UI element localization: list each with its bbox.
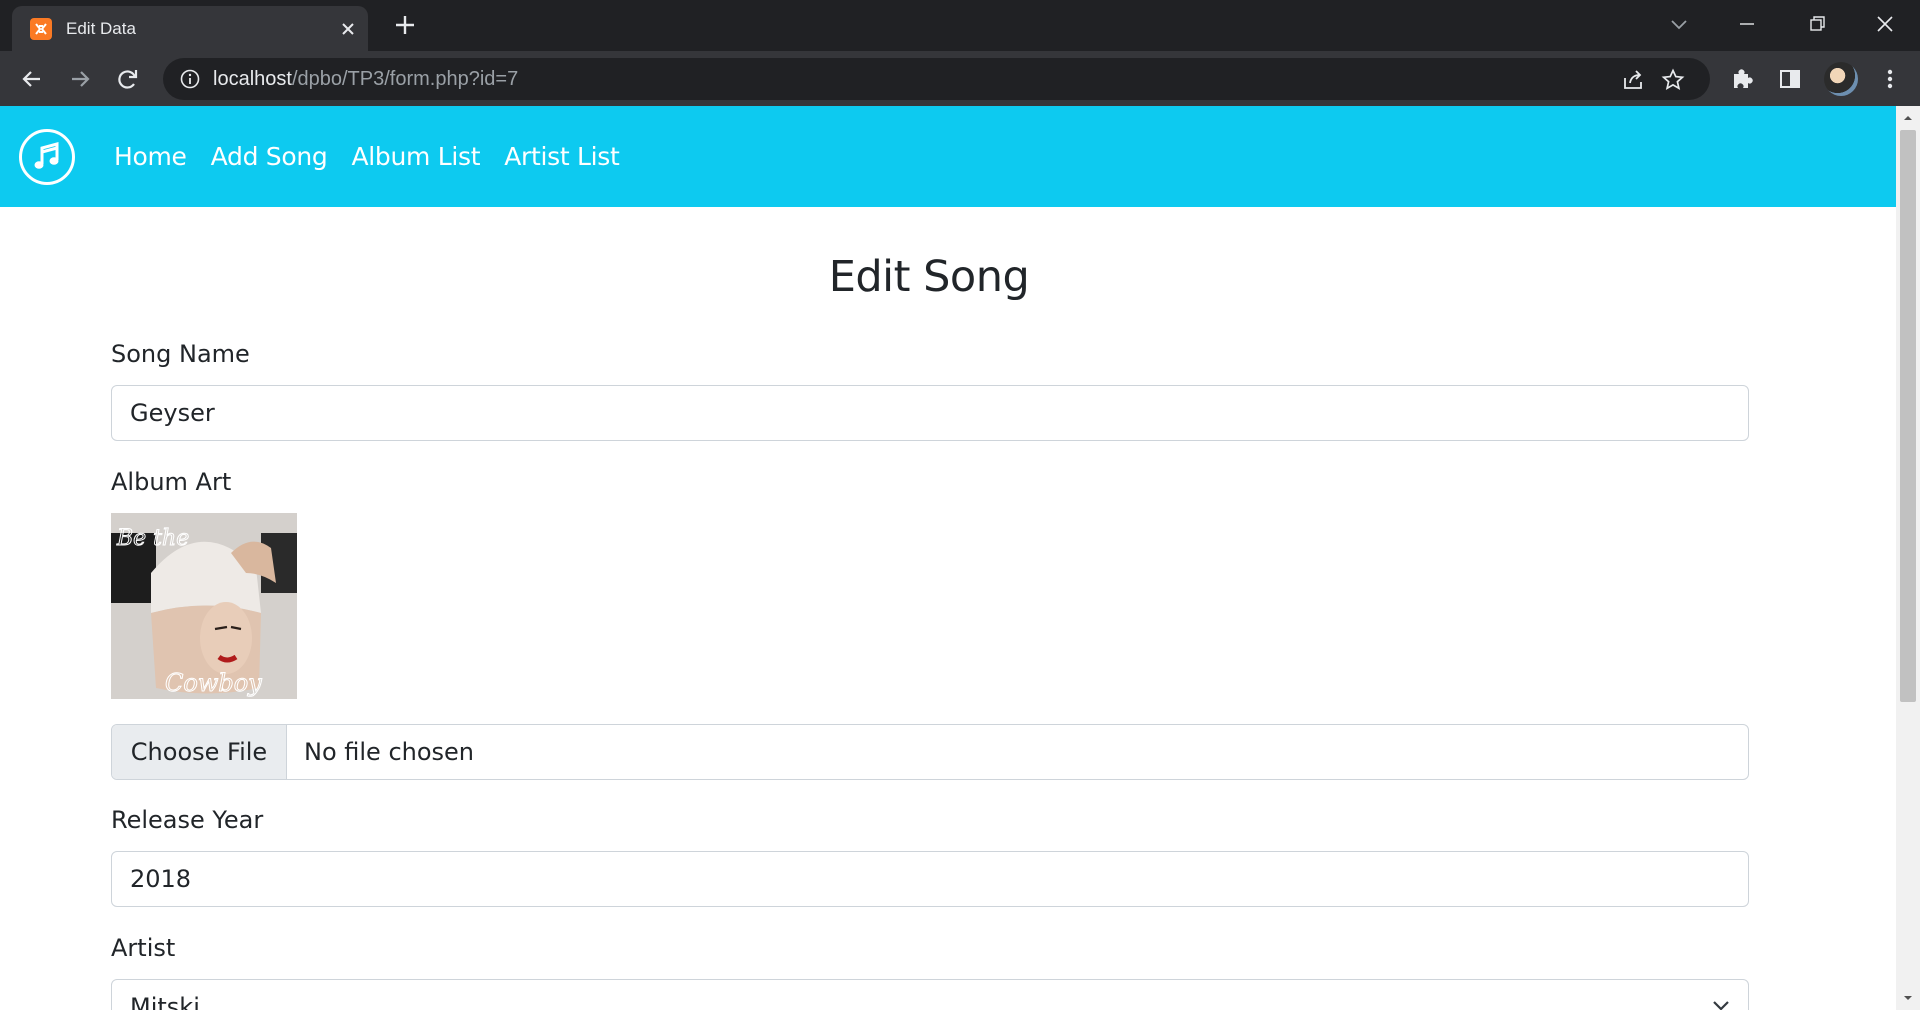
close-window-icon[interactable] [1871, 10, 1899, 38]
site-info-icon[interactable] [179, 68, 201, 90]
new-tab-icon[interactable] [392, 12, 418, 38]
back-arrow-icon[interactable] [18, 65, 46, 93]
nav-links: Home Add Song Album List Artist List [114, 106, 620, 207]
site-navbar: Home Add Song Album List Artist List [0, 106, 1896, 207]
browser-tab[interactable]: Edit Data [12, 6, 368, 51]
chevron-down-icon [1713, 1001, 1729, 1010]
artist-select-value: Mitski [130, 993, 200, 1010]
nav-link-add-song[interactable]: Add Song [211, 142, 328, 171]
artist-label: Artist [111, 934, 176, 962]
xampp-icon [30, 18, 52, 40]
url-path: /dpbo/TP3/form.php?id=7 [291, 68, 519, 90]
address-bar[interactable]: localhost/dpbo/TP3/form.php?id=7 [163, 58, 1710, 100]
artist-select[interactable]: Mitski [111, 979, 1749, 1010]
song-name-input[interactable]: Geyser [111, 385, 1749, 441]
release-year-label: Release Year [111, 806, 264, 834]
nav-link-home[interactable]: Home [114, 142, 187, 171]
url-text[interactable]: localhost/dpbo/TP3/form.php?id=7 [213, 68, 518, 91]
scroll-down-arrow-icon[interactable] [1902, 992, 1914, 1004]
scroll-up-arrow-icon[interactable] [1902, 112, 1914, 124]
share-icon[interactable] [1621, 68, 1645, 92]
nav-link-album-list[interactable]: Album List [351, 142, 480, 171]
minimize-icon[interactable] [1733, 10, 1761, 38]
page-scrollbar[interactable] [1896, 106, 1920, 1010]
album-art-overlay-text-bottom: Cowboy [165, 669, 262, 697]
page-viewport: Home Add Song Album List Artist List Edi… [0, 106, 1896, 1010]
song-name-label: Song Name [111, 340, 250, 368]
url-host: localhost [213, 68, 292, 90]
nav-link-artist-list[interactable]: Artist List [504, 142, 620, 171]
tab-search-chevron-icon[interactable] [1665, 10, 1693, 38]
music-note-icon[interactable] [19, 129, 75, 185]
album-art-image: Be the Cowboy [111, 513, 297, 699]
browser-toolbar: localhost/dpbo/TP3/form.php?id=7 [0, 51, 1920, 106]
file-status-text: No file chosen [304, 738, 475, 766]
browser-titlebar: Edit Data [0, 0, 1920, 51]
page-title: Edit Song [828, 252, 1030, 302]
choose-file-button[interactable]: Choose File [112, 725, 287, 779]
profile-avatar[interactable] [1824, 62, 1858, 96]
menu-kebab-icon[interactable] [1876, 65, 1904, 93]
tab-close-icon[interactable] [337, 18, 359, 40]
album-art-overlay-text-top: Be the [116, 526, 189, 551]
scrollbar-thumb[interactable] [1900, 130, 1916, 702]
reload-icon[interactable] [114, 65, 142, 93]
extensions-puzzle-icon[interactable] [1728, 65, 1756, 93]
release-year-input[interactable]: 2018 [111, 851, 1749, 907]
album-art-file-input[interactable]: Choose File No file chosen [111, 724, 1749, 780]
album-art-label: Album Art [111, 468, 232, 496]
restore-icon[interactable] [1803, 10, 1831, 38]
forward-arrow-icon[interactable] [66, 65, 94, 93]
bookmark-star-icon[interactable] [1661, 68, 1685, 92]
side-panel-icon[interactable] [1776, 65, 1804, 93]
tab-title: Edit Data [66, 19, 136, 38]
